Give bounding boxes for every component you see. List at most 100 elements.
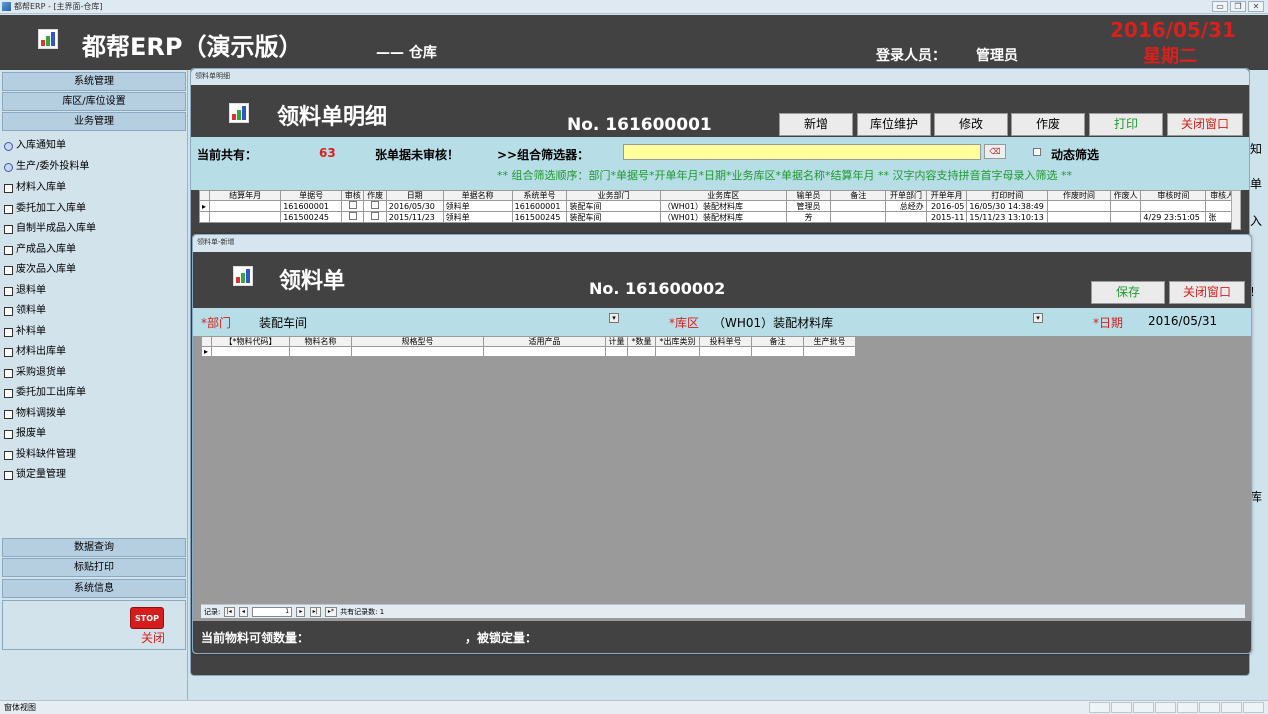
table-cell[interactable]: 管理员 (785, 200, 832, 212)
stop-icon[interactable]: STOP (130, 607, 164, 629)
column-header[interactable]: 审核时间 (1140, 190, 1207, 201)
column-header[interactable]: 物料名称 (289, 336, 352, 347)
table-cell[interactable] (830, 200, 887, 212)
void-button[interactable]: 作废 (1011, 113, 1085, 136)
column-header[interactable]: 业务部门 (566, 190, 661, 201)
table-cell[interactable]: 4/29 23:51:05 (1140, 211, 1207, 223)
table-cell[interactable] (209, 211, 282, 223)
column-header[interactable]: *出库类别 (655, 336, 700, 347)
close-app-label[interactable]: 关闭 (141, 629, 165, 646)
column-header[interactable]: 结算年月 (209, 190, 282, 201)
table-cell[interactable]: 161600001 (280, 200, 343, 212)
column-header[interactable]: 输单员 (785, 190, 832, 201)
table-cell[interactable]: 2015-11 (925, 211, 968, 223)
table-cell[interactable] (1047, 200, 1111, 212)
warehouse-select[interactable]: （WH01）装配材料库 (713, 314, 833, 331)
prev-record-icon[interactable]: ◂ (238, 607, 248, 617)
table-cell[interactable] (363, 200, 387, 212)
dynamic-filter-checkbox[interactable] (1033, 148, 1041, 156)
table-cell[interactable]: 16/05/30 14:38:49 (966, 200, 1049, 212)
column-header[interactable]: 审核 (341, 190, 365, 201)
dept-dropdown-icon[interactable]: ▾ (609, 313, 619, 323)
table-cell[interactable]: （WH01）装配材料库 (659, 200, 787, 212)
sidebar-item[interactable]: 材料入库单 (4, 179, 66, 197)
table-cell[interactable]: 161500245 (280, 211, 343, 223)
sidebar-section-business[interactable]: 业务管理 (2, 112, 186, 131)
table-cell[interactable] (885, 211, 927, 223)
sidebar-section-sysinfo[interactable]: 系统信息 (2, 579, 186, 598)
table-cell[interactable] (830, 211, 887, 223)
reviewed-checkbox[interactable] (348, 212, 357, 220)
table-cell[interactable] (351, 346, 484, 357)
save-button[interactable]: 保存 (1091, 281, 1165, 304)
row-selector[interactable]: ▸ (201, 346, 212, 357)
sidebar-item[interactable]: 物料调拨单 (4, 405, 66, 423)
table-row[interactable]: 161500245 2015/11/23 领料单 161500245 装配车间 … (198, 211, 1239, 223)
new-button[interactable]: 新增 (779, 113, 853, 136)
sidebar-item[interactable]: 废次品入库单 (4, 261, 76, 279)
table-cell[interactable]: 2016/05/30 (385, 200, 444, 212)
column-header[interactable]: 生产批号 (803, 336, 856, 347)
column-header[interactable]: *数量 (627, 336, 656, 347)
row-selector[interactable]: ▸ (198, 200, 211, 212)
dept-select[interactable]: 装配车间 (259, 314, 307, 331)
sidebar-section-location[interactable]: 库区/库位设置 (2, 92, 186, 111)
column-header[interactable]: 打印时间 (966, 190, 1049, 201)
location-button[interactable]: 库位维护 (857, 113, 931, 136)
new-record-icon[interactable]: ▸* (324, 607, 337, 617)
date-input[interactable]: 2016/05/31 (1148, 314, 1217, 328)
column-header[interactable]: 投料单号 (699, 336, 752, 347)
table-cell[interactable]: 领料单 (442, 200, 513, 212)
close-window-button[interactable]: 关闭窗口 (1167, 113, 1243, 136)
current-record-input[interactable]: 1 (252, 607, 293, 617)
sidebar-section-label-print[interactable]: 标贴打印 (2, 558, 186, 577)
table-cell[interactable] (751, 346, 804, 357)
table-cell[interactable]: 装配车间 (566, 200, 661, 212)
table-cell[interactable]: 15/11/23 13:10:13 (966, 211, 1049, 223)
filter-clear-icon[interactable]: ⌫ (984, 144, 1006, 159)
sidebar-item[interactable]: 生产/委外投料单 (4, 158, 89, 176)
next-record-icon[interactable]: ▸ (296, 607, 306, 617)
table-cell[interactable] (211, 346, 290, 357)
table-cell[interactable] (1140, 200, 1207, 212)
column-header[interactable]: 作废时间 (1047, 190, 1111, 201)
void-checkbox[interactable] (371, 212, 380, 220)
first-record-icon[interactable]: |◂ (223, 607, 235, 617)
sidebar-item[interactable]: 采购退货单 (4, 364, 66, 382)
table-cell[interactable]: 装配车间 (566, 211, 661, 223)
sidebar-item[interactable]: 投料缺件管理 (4, 446, 76, 464)
column-header[interactable]: 备注 (830, 190, 887, 201)
column-header[interactable]: 计量 (605, 336, 628, 347)
table-cell[interactable] (483, 346, 606, 357)
table-cell[interactable]: 161500245 (511, 211, 568, 223)
table-row[interactable]: ▸ (201, 346, 856, 357)
column-header[interactable]: 单据号 (280, 190, 343, 201)
column-header[interactable]: 【*物料代码】 (211, 336, 290, 347)
column-header[interactable]: 开单部门 (885, 190, 927, 201)
sidebar-item[interactable]: 锁定量管理 (4, 466, 66, 484)
sidebar-item[interactable]: 退料单 (4, 282, 46, 300)
table-cell[interactable] (1047, 211, 1111, 223)
column-header[interactable]: 业务库区 (659, 190, 787, 201)
table-cell[interactable] (605, 346, 628, 357)
edit-button[interactable]: 修改 (934, 113, 1008, 136)
table-row[interactable]: ▸ 161600001 2016/05/30 领料单 161600001 装配车… (198, 200, 1239, 212)
table-cell[interactable] (1109, 211, 1142, 223)
close-window-button[interactable]: 关闭窗口 (1169, 281, 1245, 304)
sidebar-item[interactable]: 入库通知单 (4, 137, 66, 155)
table-cell[interactable] (341, 211, 365, 223)
table-cell[interactable]: 领料单 (442, 211, 513, 223)
table-cell[interactable]: 总经办 (885, 200, 927, 212)
column-header[interactable]: 规格型号 (351, 336, 484, 347)
void-checkbox[interactable] (371, 201, 380, 209)
sidebar-section-query[interactable]: 数据查询 (2, 538, 186, 557)
column-header[interactable]: 日期 (385, 190, 444, 201)
sidebar-item[interactable]: 自制半成品入库单 (4, 220, 96, 238)
filter-input[interactable] (623, 144, 981, 160)
table-cell[interactable] (655, 346, 700, 357)
table-cell[interactable]: 芳 (785, 211, 832, 223)
close-icon[interactable]: ✕ (1248, 1, 1264, 12)
print-button[interactable]: 打印 (1089, 113, 1163, 136)
table-cell[interactable]: 2016-05 (925, 200, 968, 212)
table-cell[interactable] (341, 200, 365, 212)
